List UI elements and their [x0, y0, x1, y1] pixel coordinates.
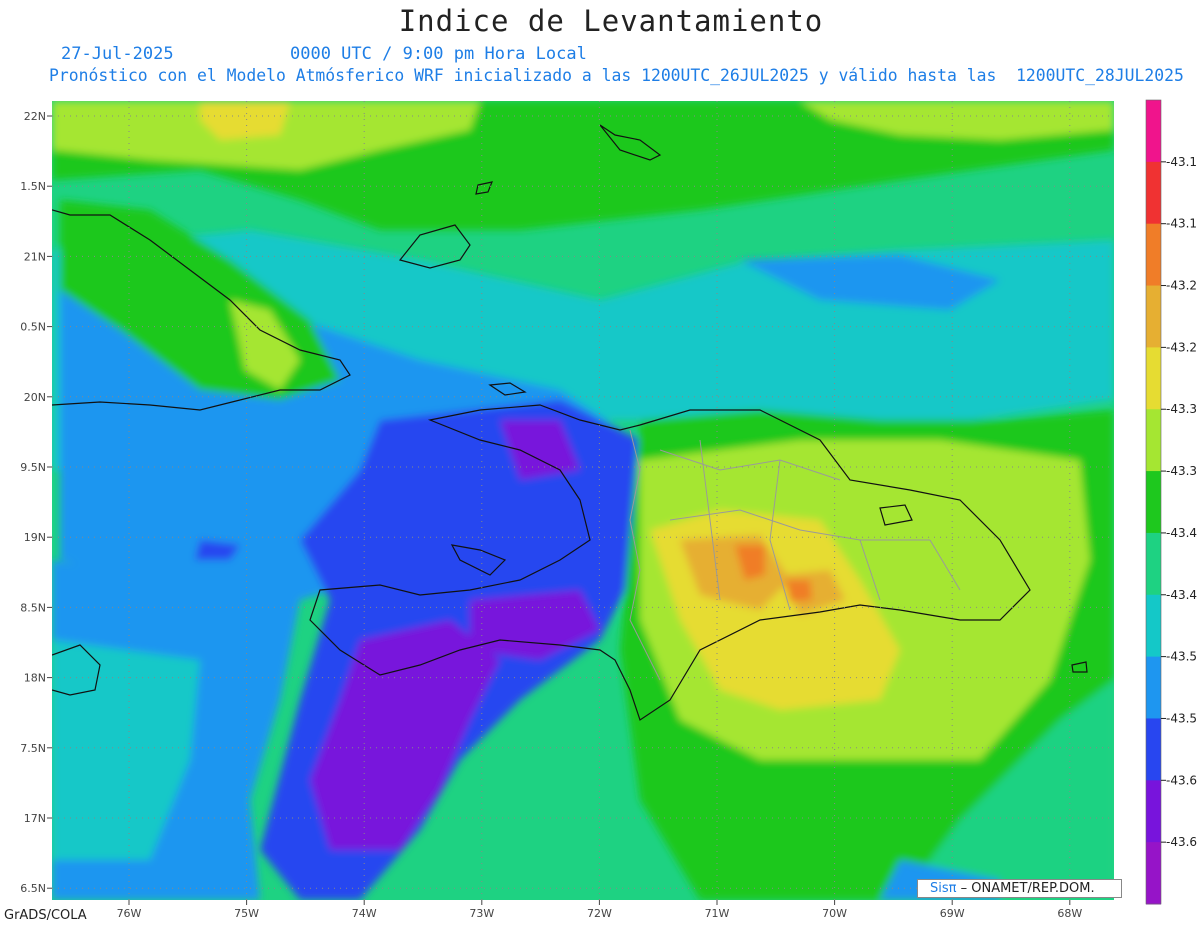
lon-label: 69W — [940, 907, 965, 920]
colorbar-segment — [1146, 223, 1161, 287]
longitude-labels: 76W 75W 74W 73W 72W 71W 70W 69W 68W — [117, 900, 1082, 920]
lat-label: 6.5N — [20, 882, 46, 895]
lat-label: 22N — [24, 110, 46, 123]
colorbar-segment — [1146, 285, 1161, 348]
colorbar-segment — [1146, 532, 1161, 596]
colorbar-segment — [1146, 842, 1161, 905]
lifted-index-field — [52, 101, 1114, 900]
colorbar-label: -43.5 — [1166, 711, 1197, 725]
lat-label: 8.5N — [20, 601, 46, 614]
lon-label: 68W — [1057, 907, 1082, 920]
map-svg: 22N 1.5N 21N 0.5N 20N 9.5N 19N 8.5N 18N 7.5N 17N 6.… — [20, 99, 1197, 920]
lon-label: 71W — [705, 907, 730, 920]
map-figure: 22N 1.5N 21N 0.5N 20N 9.5N 19N 8.5N 18N 7.5N 17N 6.… — [0, 0, 1200, 927]
credit-text: – ONAMET/REP.DOM. — [960, 881, 1095, 896]
colorbar-segment — [1146, 780, 1161, 843]
colorbar-label: -43.6 — [1166, 773, 1197, 787]
lon-label: 76W — [117, 907, 142, 920]
colorbar-label: -43.6 — [1166, 835, 1197, 849]
colorbar-segment — [1146, 409, 1161, 472]
lat-label: 1.5N — [20, 180, 46, 193]
lat-label: 9.5N — [20, 461, 46, 474]
lat-label: 20N — [24, 391, 46, 404]
colorbar-segment — [1146, 594, 1161, 658]
lon-label: 74W — [352, 907, 377, 920]
colorbar-label: -43.3 — [1166, 402, 1197, 416]
lon-label: 70W — [822, 907, 847, 920]
colorbar-label: -43.1 — [1166, 217, 1197, 231]
colorbar-segment — [1146, 347, 1161, 410]
colorbar-segment — [1146, 471, 1161, 534]
colorbar-segment — [1146, 100, 1161, 163]
software-credit: GrADS/COLA — [4, 908, 87, 923]
lat-label: 17N — [24, 812, 46, 825]
colorbar-label: -43.2 — [1166, 340, 1197, 354]
lat-label: 18N — [24, 672, 46, 685]
lat-label: 19N — [24, 531, 46, 544]
lat-label: 7.5N — [20, 742, 46, 755]
colorbar-label: -43.1 — [1166, 155, 1197, 169]
colorbar-segment — [1146, 161, 1161, 225]
colorbar-label: -43.4 — [1166, 588, 1197, 602]
colorbar-label: -43.5 — [1166, 650, 1197, 664]
colorbar-segment — [1146, 656, 1161, 719]
colorbar: -43.1 -43.1 -43.2 -43.2 -43.3 -43.3 -43.4 -43.4… — [1145, 99, 1197, 905]
colorbar-label: -43.2 — [1166, 279, 1197, 293]
sis-logo: Sisπ — [930, 881, 957, 896]
colorbar-label: -43.3 — [1166, 464, 1197, 478]
lon-label: 72W — [587, 907, 612, 920]
lat-label: 0.5N — [20, 321, 46, 334]
colorbar-label: -43.4 — [1166, 526, 1197, 540]
lon-label: 73W — [469, 907, 494, 920]
credit-box: Sisπ – ONAMET/REP.DOM. — [917, 879, 1122, 898]
lat-label: 21N — [24, 250, 46, 263]
lon-label: 75W — [234, 907, 259, 920]
colorbar-segment — [1146, 718, 1161, 781]
latitude-labels: 22N 1.5N 21N 0.5N 20N 9.5N 19N 8.5N 18N 7.5N 17N 6.… — [20, 110, 52, 895]
